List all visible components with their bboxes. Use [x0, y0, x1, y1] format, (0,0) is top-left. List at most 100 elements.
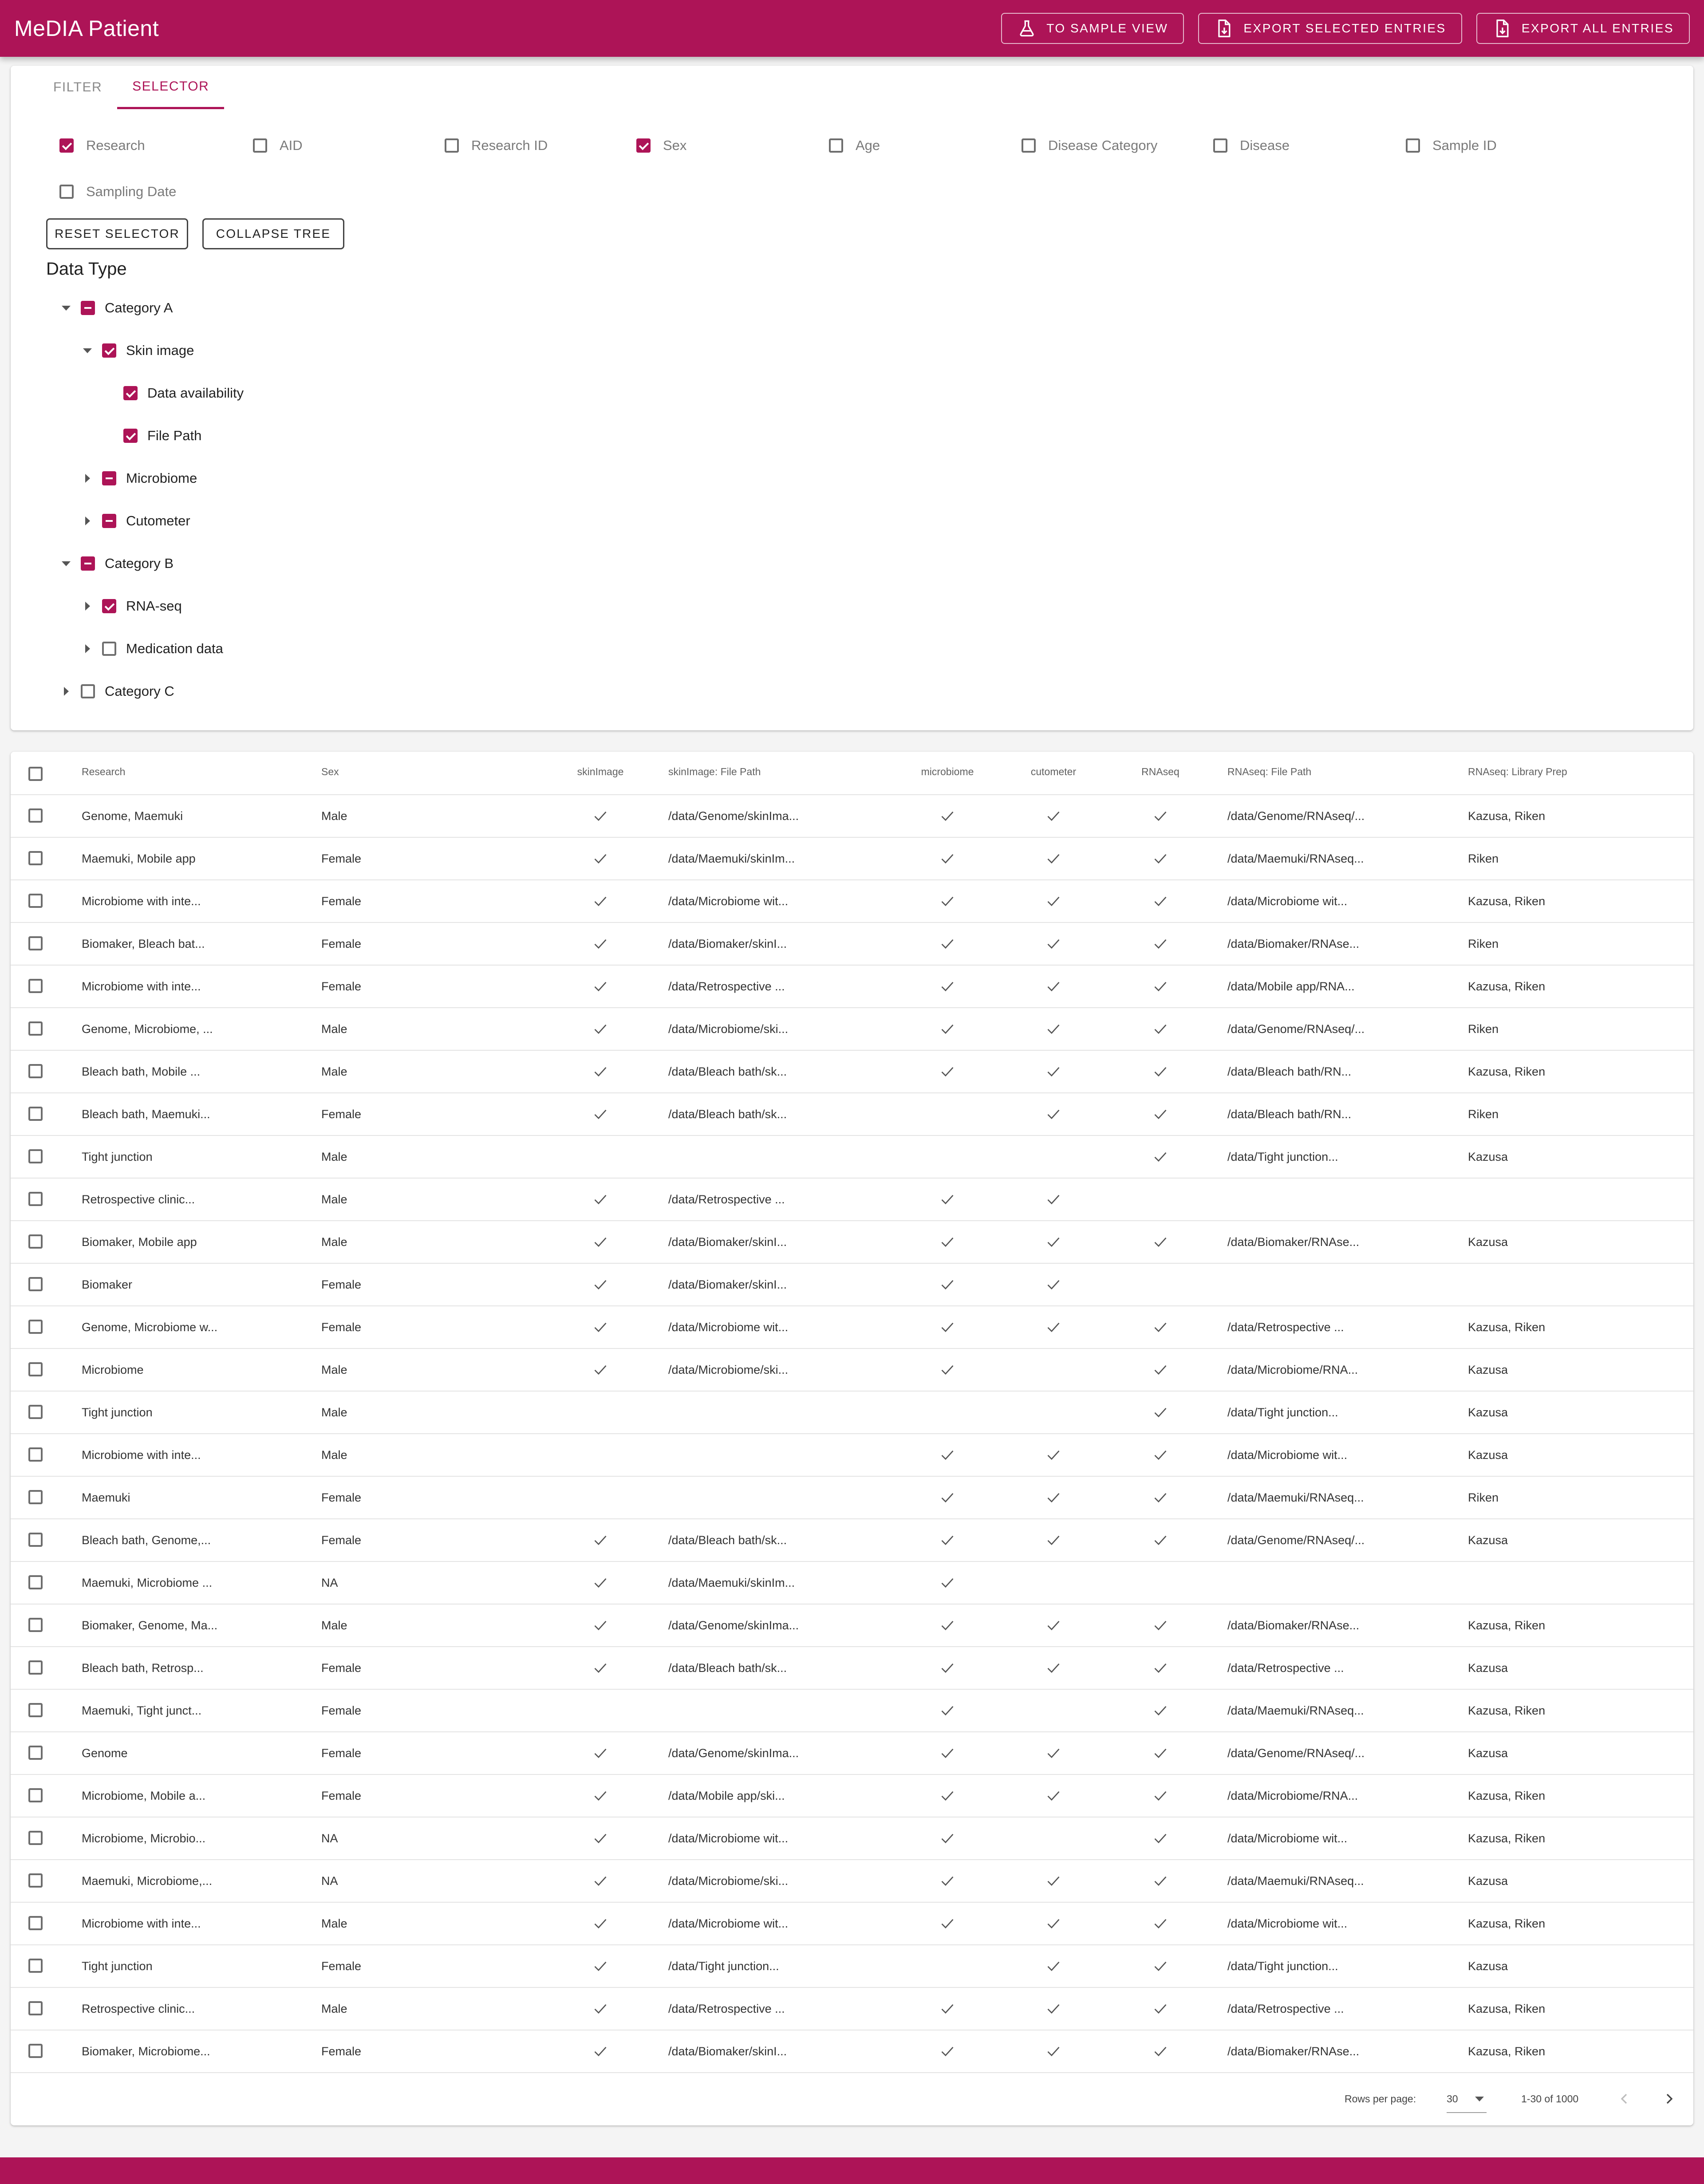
- row-checkbox[interactable]: [28, 1490, 43, 1504]
- row-checkbox[interactable]: [28, 1873, 43, 1888]
- table-row[interactable]: Maemuki, Microbiome ... NA/data/Maemuki/s…: [11, 1561, 1693, 1604]
- row-checkbox[interactable]: [28, 1064, 43, 1078]
- table-row[interactable]: Microbiome with inte... Male/data/Microbi…: [11, 1902, 1693, 1944]
- row-checkbox[interactable]: [28, 808, 43, 823]
- column-header[interactable]: Research: [82, 766, 125, 778]
- row-checkbox[interactable]: [28, 1234, 43, 1249]
- column-header[interactable]: cutometer: [1027, 766, 1080, 778]
- tree-checkbox[interactable]: [102, 514, 116, 528]
- checkbox[interactable]: [1213, 138, 1227, 153]
- caret-right-icon[interactable]: [81, 642, 94, 655]
- row-checkbox[interactable]: [28, 1405, 43, 1419]
- table-row[interactable]: Genome, Maemuki Male/data/Genome/skinIma.…: [11, 794, 1693, 837]
- caret-down-icon[interactable]: [81, 344, 94, 357]
- field-checkbox-disease[interactable]: Disease: [1213, 138, 1290, 154]
- rows-per-page-select[interactable]: 30: [1447, 2085, 1487, 2113]
- column-header[interactable]: skinImage: [576, 766, 625, 778]
- column-header[interactable]: RNAseq: Library Prep: [1468, 766, 1567, 778]
- table-row[interactable]: Biomaker, Microbiome... Female/data/Bioma…: [11, 2030, 1693, 2072]
- select-all-checkbox[interactable]: [28, 767, 43, 781]
- caret-right-icon[interactable]: [81, 599, 94, 613]
- caret-right-icon[interactable]: [59, 685, 73, 698]
- table-row[interactable]: Microbiome, Mobile a... Female/data/Mobil…: [11, 1774, 1693, 1817]
- table-row[interactable]: Biomaker, Bleach bat... Female/data/Bioma…: [11, 922, 1693, 965]
- tree-node-category-b[interactable]: Category B: [59, 550, 174, 577]
- tree-checkbox[interactable]: [102, 343, 116, 358]
- checkbox[interactable]: [445, 138, 459, 153]
- column-header[interactable]: microbiome: [919, 766, 976, 778]
- row-checkbox[interactable]: [28, 1107, 43, 1121]
- table-row[interactable]: Maemuki, Tight junct... Female/data/Maemu…: [11, 1689, 1693, 1731]
- tree-checkbox[interactable]: [123, 386, 138, 400]
- field-checkbox-disease-category[interactable]: Disease Category: [1022, 138, 1157, 154]
- table-row[interactable]: Genome Female/data/Genome/skinIma... /data…: [11, 1731, 1693, 1774]
- collapse-tree-button[interactable]: COLLAPSE TREE: [202, 218, 344, 249]
- tab-selector[interactable]: SELECTOR: [117, 66, 225, 109]
- row-checkbox[interactable]: [28, 1916, 43, 1930]
- tree-node-category-a[interactable]: Category A: [59, 295, 173, 321]
- tree-checkbox[interactable]: [102, 599, 116, 613]
- table-row[interactable]: Retrospective clinic... Male/data/Retrosp…: [11, 1178, 1693, 1220]
- table-row[interactable]: Tight junction Male/data/Tight junction..…: [11, 1135, 1693, 1178]
- row-checkbox[interactable]: [28, 851, 43, 865]
- table-row[interactable]: Microbiome Male/data/Microbiome/ski... /da…: [11, 1348, 1693, 1391]
- tree-checkbox[interactable]: [81, 301, 95, 315]
- row-checkbox[interactable]: [28, 1575, 43, 1589]
- column-header[interactable]: RNAseq: [1140, 766, 1180, 778]
- table-row[interactable]: Bleach bath, Mobile ... Male/data/Bleach …: [11, 1050, 1693, 1092]
- tree-checkbox[interactable]: [123, 429, 138, 443]
- export-all-button[interactable]: EXPORT ALL ENTRIES: [1476, 13, 1690, 44]
- caret-right-icon[interactable]: [81, 472, 94, 485]
- row-checkbox[interactable]: [28, 1021, 43, 1036]
- row-checkbox[interactable]: [28, 1618, 43, 1632]
- field-checkbox-sample-id[interactable]: Sample ID: [1406, 138, 1497, 154]
- previous-page-button[interactable]: [1615, 2081, 1633, 2117]
- tree-node-file-path[interactable]: File Path: [102, 422, 201, 449]
- row-checkbox[interactable]: [28, 1660, 43, 1675]
- checkbox[interactable]: [829, 138, 843, 153]
- field-checkbox-sex[interactable]: Sex: [636, 138, 686, 154]
- row-checkbox[interactable]: [28, 936, 43, 950]
- column-header[interactable]: RNAseq: File Path: [1227, 766, 1311, 778]
- table-row[interactable]: Biomaker Female/data/Biomaker/skinI...: [11, 1263, 1693, 1305]
- tree-node-microbiome[interactable]: Microbiome: [81, 465, 197, 492]
- row-checkbox[interactable]: [28, 1959, 43, 1973]
- row-checkbox[interactable]: [28, 1533, 43, 1547]
- tree-node-medication-data[interactable]: Medication data: [81, 635, 223, 662]
- row-checkbox[interactable]: [28, 1831, 43, 1845]
- row-checkbox[interactable]: [28, 979, 43, 993]
- tree-node-skin-image[interactable]: Skin image: [81, 337, 194, 364]
- table-row[interactable]: Maemuki, Mobile app Female/data/Maemuki/s…: [11, 837, 1693, 879]
- tree-checkbox[interactable]: [102, 471, 116, 485]
- table-row[interactable]: Microbiome with inte... Male/data/Microbi…: [11, 1433, 1693, 1476]
- checkbox[interactable]: [59, 185, 74, 199]
- row-checkbox[interactable]: [28, 894, 43, 908]
- caret-right-icon[interactable]: [81, 514, 94, 528]
- table-row[interactable]: Biomaker, Mobile app Male/data/Biomaker/s…: [11, 1220, 1693, 1263]
- row-checkbox[interactable]: [28, 2044, 43, 2058]
- row-checkbox[interactable]: [28, 1447, 43, 1462]
- row-checkbox[interactable]: [28, 1788, 43, 1802]
- table-row[interactable]: Genome, Microbiome w... Female/data/Micro…: [11, 1305, 1693, 1348]
- table-row[interactable]: Microbiome with inte... Female/data/Micro…: [11, 879, 1693, 922]
- checkbox[interactable]: [1022, 138, 1036, 153]
- table-row[interactable]: Retrospective clinic... Male/data/Retrosp…: [11, 1987, 1693, 2030]
- table-row[interactable]: Bleach bath, Retrosp... Female/data/Bleac…: [11, 1646, 1693, 1689]
- row-checkbox[interactable]: [28, 2001, 43, 2015]
- row-checkbox[interactable]: [28, 1362, 43, 1376]
- row-checkbox[interactable]: [28, 1703, 43, 1717]
- export-selected-button[interactable]: EXPORT SELECTED ENTRIES: [1198, 13, 1462, 44]
- checkbox[interactable]: [1406, 138, 1420, 153]
- checkbox[interactable]: [59, 138, 74, 153]
- table-row[interactable]: Microbiome with inte... Female/data/Retro…: [11, 965, 1693, 1007]
- field-checkbox-aid[interactable]: AID: [253, 138, 303, 154]
- checkbox[interactable]: [636, 138, 651, 153]
- caret-down-icon[interactable]: [59, 557, 73, 570]
- field-checkbox-research-id[interactable]: Research ID: [445, 138, 548, 154]
- column-header[interactable]: skinImage: File Path: [668, 766, 761, 778]
- field-checkbox-sampling-date[interactable]: Sampling Date: [59, 184, 176, 200]
- table-row[interactable]: Tight junction Female/data/Tight junction…: [11, 1944, 1693, 1987]
- caret-down-icon[interactable]: [59, 301, 73, 315]
- row-checkbox[interactable]: [28, 1192, 43, 1206]
- tree-checkbox[interactable]: [102, 642, 116, 656]
